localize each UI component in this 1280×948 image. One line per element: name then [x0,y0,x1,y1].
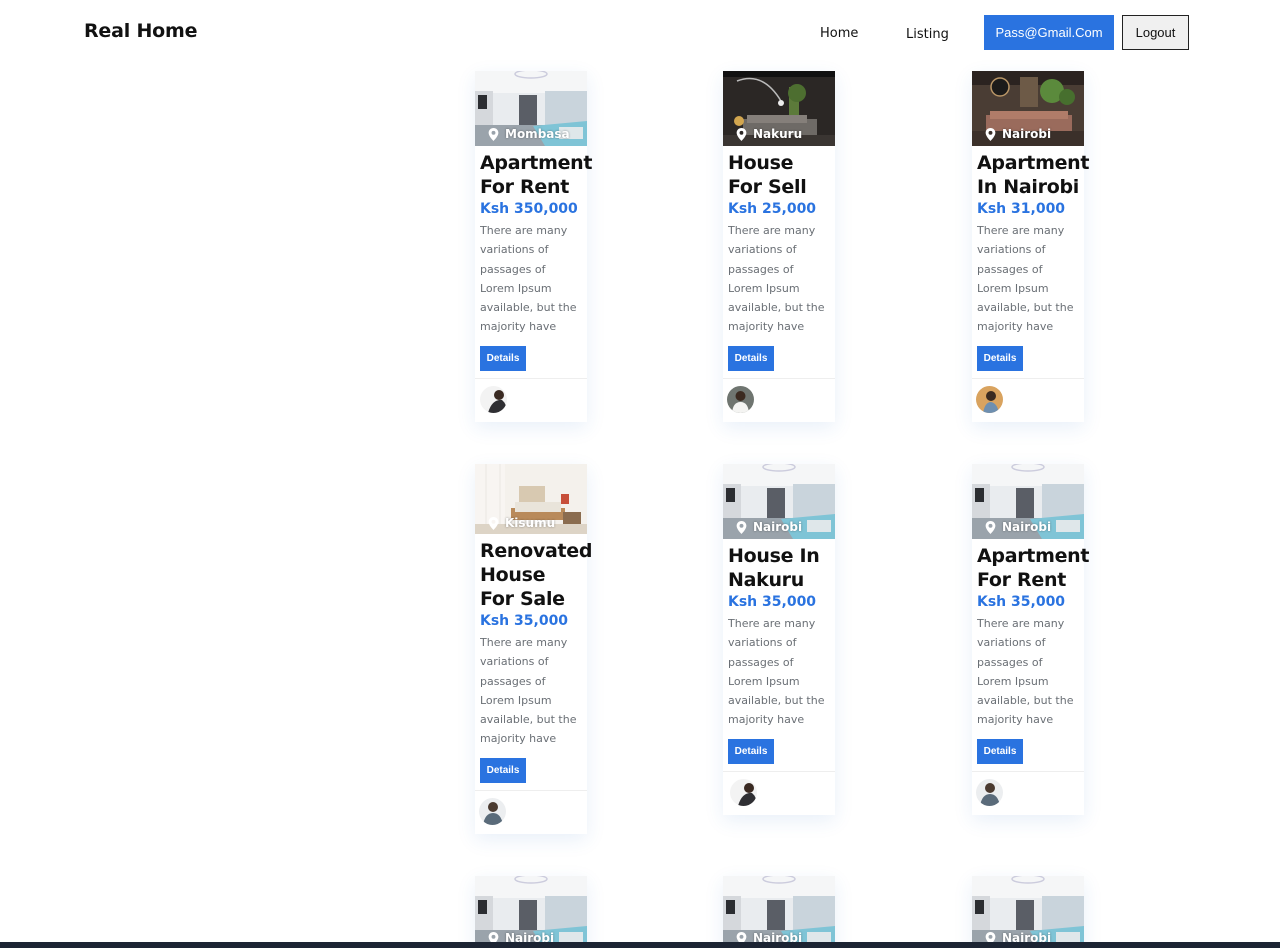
listing-description: There are many variations of passages of… [480,224,577,334]
listing-image[interactable]: Nairobi [972,464,1084,539]
page-bottom-edge [0,942,1280,948]
listing-card: Nairobi Apartment For Rent Ksh 35,000 Th… [972,464,1090,815]
listing-card: Kisumu Renovated House For Sale Ksh 35,0… [475,464,593,834]
location-label: Kisumu [488,516,555,530]
map-pin-icon [736,128,747,141]
location-text: Nairobi [1002,127,1052,141]
listing-price: Ksh 35,000 [977,594,1066,610]
listing-card: Nairobi [723,876,835,948]
details-button[interactable]: Details [480,346,526,371]
listing-description: There are many variations of passages of… [480,636,577,746]
logout-button[interactable]: Logout [1122,15,1189,50]
listing-price: Ksh 31,000 [977,201,1066,217]
listing-card: Nakuru House For Sell Ksh 25,000 There a… [723,71,835,422]
listing-price: Ksh 35,000 [728,594,817,610]
card-footer [475,378,587,422]
listing-image[interactable]: Nairobi [972,71,1084,146]
location-text: Nakuru [753,127,803,141]
listing-price: Ksh 35,000 [480,613,569,629]
location-label: Nairobi [736,520,802,534]
location-text: Mombasa [505,127,570,141]
details-button[interactable]: Details [977,346,1023,371]
agent-avatar[interactable] [976,386,1003,413]
location-label: Nairobi [985,520,1051,534]
location-label: Mombasa [488,127,570,141]
listing-image[interactable]: Nakuru [723,71,835,146]
listing-price: Ksh 350,000 [480,201,578,217]
card-footer [475,790,587,834]
listing-description: There are many variations of passages of… [977,224,1074,334]
listing-card: Nairobi House In Nakuru Ksh 35,000 There… [723,464,835,815]
listing-image[interactable]: Nairobi [972,876,1084,948]
listing-image[interactable]: Kisumu [475,464,587,534]
listing-card: Mombasa Apartment For Rent Ksh 350,000 T… [475,71,593,422]
card-footer [723,378,835,422]
card-footer [972,378,1084,422]
map-pin-icon [488,128,499,141]
listing-description: There are many variations of passages of… [977,617,1074,727]
details-button[interactable]: Details [728,346,774,371]
location-text: Kisumu [505,516,556,530]
listing-card: Nairobi [475,876,587,948]
map-pin-icon [736,521,747,534]
listing-image[interactable]: Mombasa [475,71,587,146]
listing-card: Nairobi Apartment In Nairobi Ksh 31,000 … [972,71,1090,422]
location-label: Nairobi [985,127,1051,141]
navbar: Real Home Home Listing Pass@Gmail.Com Lo… [0,0,1280,68]
card-footer [972,771,1084,815]
listing-card: Nairobi [972,876,1084,948]
listing-title: House In Nakuru [728,545,820,591]
agent-avatar[interactable] [727,386,754,413]
map-pin-icon [985,128,996,141]
listing-title: House For Sell [728,152,807,198]
user-email-button[interactable]: Pass@Gmail.Com [984,15,1114,50]
listing-description: There are many variations of passages of… [728,224,825,334]
card-footer [723,771,835,815]
listing-image[interactable]: Nairobi [475,876,587,948]
nav-link-home[interactable]: Home [820,26,858,41]
details-button[interactable]: Details [480,758,526,783]
map-pin-icon [985,521,996,534]
agent-avatar[interactable] [479,798,506,825]
details-button[interactable]: Details [728,739,774,764]
listing-title: Renovated House For Sale [480,540,593,610]
map-pin-icon [488,517,499,530]
listing-price: Ksh 25,000 [728,201,817,217]
listing-title: Apartment In Nairobi [977,152,1090,198]
listing-image[interactable]: Nairobi [723,464,835,539]
location-text: Nairobi [1002,520,1052,534]
location-text: Nairobi [753,520,803,534]
agent-avatar[interactable] [976,779,1003,806]
agent-avatar[interactable] [730,779,757,806]
location-label: Nakuru [736,127,802,141]
brand-logo[interactable]: Real Home [84,20,198,42]
listing-title: Apartment For Rent [480,152,593,198]
listing-description: There are many variations of passages of… [728,617,825,727]
nav-link-listing[interactable]: Listing [906,27,949,42]
listing-title: Apartment For Rent [977,545,1090,591]
agent-avatar[interactable] [480,386,507,413]
details-button[interactable]: Details [977,739,1023,764]
listing-image[interactable]: Nairobi [723,876,835,948]
